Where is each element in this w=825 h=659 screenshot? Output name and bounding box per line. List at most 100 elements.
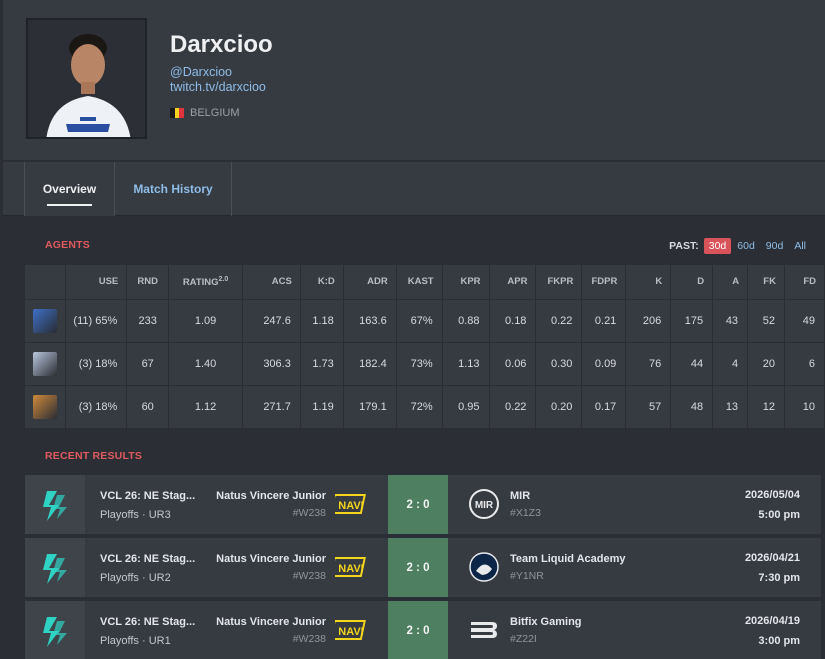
agent-icon-cell xyxy=(25,385,67,429)
match-row[interactable]: VCL 26: NE Stag... Playoffs · UR1 Natus … xyxy=(25,601,821,659)
col-apr[interactable]: APR xyxy=(489,265,537,300)
team-b-tag: #Y1NR xyxy=(510,570,544,582)
navi-logo-icon: NAVI xyxy=(329,489,367,519)
team-a-tag: #W238 xyxy=(292,507,326,519)
col-k[interactable]: K xyxy=(625,265,672,300)
col-kast[interactable]: KAST xyxy=(396,265,443,300)
col-fk[interactable]: FK xyxy=(747,265,785,300)
team-a-name: Natus Vincere Junior xyxy=(216,553,326,565)
cell-rating: 1.09 xyxy=(168,299,243,343)
match-time: 5:00 pm xyxy=(758,509,800,521)
cell-fkpr: 0.20 xyxy=(535,385,583,429)
event-name: VCL 26: NE Stag... xyxy=(100,616,196,628)
col-acs[interactable]: ACS xyxy=(242,265,301,300)
agent-row: (11) 65% 233 1.09 247.6 1.18 163.6 67% 0.88 0.18… xyxy=(25,299,825,343)
cell-kast: 67% xyxy=(396,299,443,343)
belgium-flag-icon xyxy=(170,108,185,118)
agents-section-title: AGENTS xyxy=(45,239,90,251)
bitfix-logo-icon xyxy=(468,614,500,646)
svg-text:NAVI: NAVI xyxy=(338,563,363,575)
cell-k: 76 xyxy=(625,342,672,386)
mir-logo-icon: MIR xyxy=(468,488,500,520)
match-row[interactable]: VCL 26: NE Stag... Playoffs · UR2 Natus … xyxy=(25,538,821,597)
match-row[interactable]: VCL 26: NE Stag... Playoffs · UR3 Natus … xyxy=(25,475,821,534)
period-90d[interactable]: 90d xyxy=(761,238,789,254)
cell-kpr: 0.88 xyxy=(442,299,490,343)
event-logo-icon xyxy=(25,538,85,597)
col-fd[interactable]: FD xyxy=(784,265,825,300)
tab-overview[interactable]: Overview xyxy=(24,162,115,216)
cell-kpr: 0.95 xyxy=(442,385,490,429)
team-a-tag: #W238 xyxy=(292,570,326,582)
agent-icon-cell xyxy=(25,299,67,343)
cell-use: (3) 18% xyxy=(65,342,128,386)
cell-rnd: 60 xyxy=(126,385,170,429)
tab-match-history[interactable]: Match History xyxy=(115,162,232,216)
agent-3-icon xyxy=(33,394,58,419)
col-rnd[interactable]: RND xyxy=(126,265,170,300)
col-a[interactable]: A xyxy=(712,265,749,300)
cell-d: 48 xyxy=(670,385,714,429)
cell-fkpr: 0.30 xyxy=(535,342,583,386)
col-kd[interactable]: K:D xyxy=(300,265,344,300)
cell-apr: 0.22 xyxy=(489,385,537,429)
cell-d: 175 xyxy=(670,299,714,343)
team-b-name: Bitfix Gaming xyxy=(510,616,582,628)
cell-adr: 179.1 xyxy=(343,385,397,429)
team-b-name: Team Liquid Academy xyxy=(510,553,626,565)
cell-use: (11) 65% xyxy=(65,299,128,343)
period-60d[interactable]: 60d xyxy=(732,238,760,254)
cell-acs: 306.3 xyxy=(242,342,301,386)
col-kpr[interactable]: KPR xyxy=(442,265,490,300)
svg-text:NAVI: NAVI xyxy=(338,500,363,512)
match-date: 2026/05/04 xyxy=(744,489,800,501)
match-score: 2 : 0 xyxy=(388,601,448,659)
navi-logo-icon: NAVI xyxy=(329,615,367,645)
agent-2-icon xyxy=(33,351,58,376)
cell-fdpr: 0.09 xyxy=(581,342,627,386)
team-b-tag: #X1Z3 xyxy=(510,507,541,519)
match-time: 7:30 pm xyxy=(758,572,800,584)
match-date: 2026/04/21 xyxy=(744,552,800,564)
rating-version: 2.0 xyxy=(218,275,229,283)
cell-fkpr: 0.22 xyxy=(535,299,583,343)
cell-fd: 6 xyxy=(784,342,825,386)
country-label: BELGIUM xyxy=(170,107,240,119)
col-adr[interactable]: ADR xyxy=(343,265,397,300)
event-stage: Playoffs · UR2 xyxy=(100,572,171,584)
player-name: Darxcioo xyxy=(170,31,273,58)
cell-apr: 0.06 xyxy=(489,342,537,386)
period-all[interactable]: All xyxy=(789,238,811,254)
cell-kast: 72% xyxy=(396,385,443,429)
team-b-name: MIR xyxy=(510,490,531,502)
cell-fk: 12 xyxy=(747,385,785,429)
cell-k: 57 xyxy=(625,385,672,429)
col-fkpr[interactable]: FKPR xyxy=(535,265,583,300)
cell-kpr: 1.13 xyxy=(442,342,490,386)
agent-icon-cell xyxy=(25,342,67,386)
cell-a: 43 xyxy=(712,299,749,343)
profile-header: Darxcioo @Darxcioo twitch.tv/darxcioo BE… xyxy=(3,0,825,161)
col-rating[interactable]: RATING2.0 xyxy=(168,265,243,300)
past-label: PAST: xyxy=(669,240,699,252)
cell-acs: 247.6 xyxy=(242,299,301,343)
period-30d[interactable]: 30d xyxy=(703,238,732,254)
twitter-handle-link[interactable]: @Darxcioo xyxy=(170,65,232,79)
cell-fdpr: 0.21 xyxy=(581,299,627,343)
col-fdpr[interactable]: FDPR xyxy=(581,265,627,300)
cell-use: (3) 18% xyxy=(65,385,128,429)
cell-adr: 182.4 xyxy=(343,342,397,386)
cell-a: 13 xyxy=(712,385,749,429)
match-score: 2 : 0 xyxy=(388,538,448,597)
country-name: BELGIUM xyxy=(190,107,240,119)
team-b-tag: #Z22I xyxy=(510,633,537,645)
col-use[interactable]: USE xyxy=(65,265,128,300)
col-d[interactable]: D xyxy=(670,265,714,300)
cell-fd: 10 xyxy=(784,385,825,429)
cell-rnd: 67 xyxy=(126,342,170,386)
agent-row: (3) 18% 67 1.40 306.3 1.73 182.4 73% 1.13 0.06 0.… xyxy=(25,342,825,386)
event-stage: Playoffs · UR3 xyxy=(100,509,171,521)
cell-kd: 1.18 xyxy=(300,299,344,343)
recent-results-title: RECENT RESULTS xyxy=(45,450,143,462)
twitch-link[interactable]: twitch.tv/darxcioo xyxy=(170,80,266,94)
